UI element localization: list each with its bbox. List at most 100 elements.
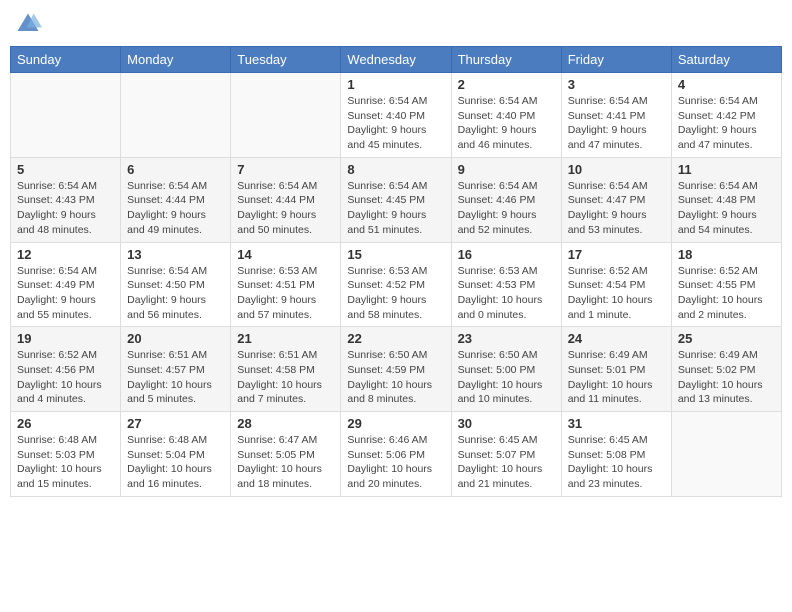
day-info: Sunrise: 6:52 AM Sunset: 4:55 PM Dayligh…: [678, 264, 775, 323]
day-number: 25: [678, 331, 775, 346]
calendar-cell: 28 Sunrise: 6:47 AM Sunset: 5:05 PM Dayli…: [231, 412, 341, 497]
day-info: Sunrise: 6:54 AM Sunset: 4:44 PM Dayligh…: [127, 179, 224, 238]
calendar-cell: 7 Sunrise: 6:54 AM Sunset: 4:44 PM Daylig…: [231, 157, 341, 242]
day-number: 7: [237, 162, 334, 177]
day-info: Sunrise: 6:54 AM Sunset: 4:49 PM Dayligh…: [17, 264, 114, 323]
day-number: 10: [568, 162, 665, 177]
calendar-cell: 13 Sunrise: 6:54 AM Sunset: 4:50 PM Dayli…: [121, 242, 231, 327]
weekday-header-sunday: Sunday: [11, 47, 121, 73]
day-info: Sunrise: 6:45 AM Sunset: 5:07 PM Dayligh…: [458, 433, 555, 492]
calendar-cell: 18 Sunrise: 6:52 AM Sunset: 4:55 PM Dayli…: [671, 242, 781, 327]
day-number: 6: [127, 162, 224, 177]
calendar-cell: 26 Sunrise: 6:48 AM Sunset: 5:03 PM Dayli…: [11, 412, 121, 497]
week-row-4: 19 Sunrise: 6:52 AM Sunset: 4:56 PM Dayli…: [11, 327, 782, 412]
calendar-cell: 14 Sunrise: 6:53 AM Sunset: 4:51 PM Dayli…: [231, 242, 341, 327]
day-info: Sunrise: 6:54 AM Sunset: 4:41 PM Dayligh…: [568, 94, 665, 153]
day-info: Sunrise: 6:51 AM Sunset: 4:57 PM Dayligh…: [127, 348, 224, 407]
day-info: Sunrise: 6:53 AM Sunset: 4:51 PM Dayligh…: [237, 264, 334, 323]
logo: [14, 10, 46, 38]
day-number: 14: [237, 247, 334, 262]
day-info: Sunrise: 6:53 AM Sunset: 4:53 PM Dayligh…: [458, 264, 555, 323]
day-number: 30: [458, 416, 555, 431]
day-info: Sunrise: 6:54 AM Sunset: 4:43 PM Dayligh…: [17, 179, 114, 238]
calendar-cell: 19 Sunrise: 6:52 AM Sunset: 4:56 PM Dayli…: [11, 327, 121, 412]
day-number: 8: [347, 162, 444, 177]
day-number: 4: [678, 77, 775, 92]
calendar-cell: 5 Sunrise: 6:54 AM Sunset: 4:43 PM Daylig…: [11, 157, 121, 242]
logo-icon: [14, 10, 42, 38]
day-info: Sunrise: 6:54 AM Sunset: 4:47 PM Dayligh…: [568, 179, 665, 238]
calendar-cell: 16 Sunrise: 6:53 AM Sunset: 4:53 PM Dayli…: [451, 242, 561, 327]
day-number: 27: [127, 416, 224, 431]
calendar-cell: 23 Sunrise: 6:50 AM Sunset: 5:00 PM Dayli…: [451, 327, 561, 412]
day-info: Sunrise: 6:54 AM Sunset: 4:40 PM Dayligh…: [458, 94, 555, 153]
day-number: 28: [237, 416, 334, 431]
day-number: 1: [347, 77, 444, 92]
day-number: 13: [127, 247, 224, 262]
weekday-header-friday: Friday: [561, 47, 671, 73]
day-info: Sunrise: 6:52 AM Sunset: 4:54 PM Dayligh…: [568, 264, 665, 323]
day-number: 29: [347, 416, 444, 431]
calendar-cell: 29 Sunrise: 6:46 AM Sunset: 5:06 PM Dayli…: [341, 412, 451, 497]
day-info: Sunrise: 6:45 AM Sunset: 5:08 PM Dayligh…: [568, 433, 665, 492]
day-info: Sunrise: 6:48 AM Sunset: 5:03 PM Dayligh…: [17, 433, 114, 492]
calendar-cell: 2Sunrise: 6:54 AM Sunset: 4:40 PM Daylig…: [451, 73, 561, 158]
day-number: 22: [347, 331, 444, 346]
day-info: Sunrise: 6:49 AM Sunset: 5:01 PM Dayligh…: [568, 348, 665, 407]
calendar-cell: 30 Sunrise: 6:45 AM Sunset: 5:07 PM Dayli…: [451, 412, 561, 497]
day-info: Sunrise: 6:48 AM Sunset: 5:04 PM Dayligh…: [127, 433, 224, 492]
day-number: 31: [568, 416, 665, 431]
day-number: 19: [17, 331, 114, 346]
page-header: [10, 10, 782, 38]
day-info: Sunrise: 6:53 AM Sunset: 4:52 PM Dayligh…: [347, 264, 444, 323]
day-number: 26: [17, 416, 114, 431]
day-info: Sunrise: 6:54 AM Sunset: 4:44 PM Dayligh…: [237, 179, 334, 238]
calendar-cell: 15 Sunrise: 6:53 AM Sunset: 4:52 PM Dayli…: [341, 242, 451, 327]
day-number: 16: [458, 247, 555, 262]
day-number: 17: [568, 247, 665, 262]
day-info: Sunrise: 6:54 AM Sunset: 4:50 PM Dayligh…: [127, 264, 224, 323]
day-info: Sunrise: 6:54 AM Sunset: 4:40 PM Dayligh…: [347, 94, 444, 153]
calendar-cell: 12 Sunrise: 6:54 AM Sunset: 4:49 PM Dayli…: [11, 242, 121, 327]
weekday-header-thursday: Thursday: [451, 47, 561, 73]
week-row-5: 26 Sunrise: 6:48 AM Sunset: 5:03 PM Dayli…: [11, 412, 782, 497]
day-number: 15: [347, 247, 444, 262]
weekday-header-saturday: Saturday: [671, 47, 781, 73]
day-number: 5: [17, 162, 114, 177]
day-info: Sunrise: 6:47 AM Sunset: 5:05 PM Dayligh…: [237, 433, 334, 492]
calendar-cell: 17 Sunrise: 6:52 AM Sunset: 4:54 PM Dayli…: [561, 242, 671, 327]
day-number: 20: [127, 331, 224, 346]
weekday-header-monday: Monday: [121, 47, 231, 73]
day-info: Sunrise: 6:49 AM Sunset: 5:02 PM Dayligh…: [678, 348, 775, 407]
day-number: 23: [458, 331, 555, 346]
week-row-2: 5 Sunrise: 6:54 AM Sunset: 4:43 PM Daylig…: [11, 157, 782, 242]
calendar-cell: 11Sunrise: 6:54 AM Sunset: 4:48 PM Dayli…: [671, 157, 781, 242]
day-info: Sunrise: 6:54 AM Sunset: 4:48 PM Dayligh…: [678, 179, 775, 238]
day-info: Sunrise: 6:52 AM Sunset: 4:56 PM Dayligh…: [17, 348, 114, 407]
weekday-header-tuesday: Tuesday: [231, 47, 341, 73]
calendar-cell: [231, 73, 341, 158]
day-number: 12: [17, 247, 114, 262]
calendar-cell: 25 Sunrise: 6:49 AM Sunset: 5:02 PM Dayli…: [671, 327, 781, 412]
day-info: Sunrise: 6:50 AM Sunset: 5:00 PM Dayligh…: [458, 348, 555, 407]
weekday-header-wednesday: Wednesday: [341, 47, 451, 73]
calendar-cell: 22 Sunrise: 6:50 AM Sunset: 4:59 PM Dayli…: [341, 327, 451, 412]
calendar-cell: 24 Sunrise: 6:49 AM Sunset: 5:01 PM Dayli…: [561, 327, 671, 412]
week-row-1: 1 Sunrise: 6:54 AM Sunset: 4:40 PM Daylig…: [11, 73, 782, 158]
calendar-cell: 9Sunrise: 6:54 AM Sunset: 4:46 PM Daylig…: [451, 157, 561, 242]
calendar-cell: 31 Sunrise: 6:45 AM Sunset: 5:08 PM Dayli…: [561, 412, 671, 497]
calendar-cell: [121, 73, 231, 158]
day-number: 18: [678, 247, 775, 262]
day-info: Sunrise: 6:50 AM Sunset: 4:59 PM Dayligh…: [347, 348, 444, 407]
calendar-cell: 3 Sunrise: 6:54 AM Sunset: 4:41 PM Daylig…: [561, 73, 671, 158]
day-number: 3: [568, 77, 665, 92]
calendar-table: SundayMondayTuesdayWednesdayThursdayFrid…: [10, 46, 782, 497]
calendar-cell: [11, 73, 121, 158]
calendar-cell: 10 Sunrise: 6:54 AM Sunset: 4:47 PM Dayli…: [561, 157, 671, 242]
day-number: 21: [237, 331, 334, 346]
day-number: 24: [568, 331, 665, 346]
day-info: Sunrise: 6:54 AM Sunset: 4:42 PM Dayligh…: [678, 94, 775, 153]
day-info: Sunrise: 6:54 AM Sunset: 4:45 PM Dayligh…: [347, 179, 444, 238]
day-info: Sunrise: 6:46 AM Sunset: 5:06 PM Dayligh…: [347, 433, 444, 492]
day-info: Sunrise: 6:54 AM Sunset: 4:46 PM Dayligh…: [458, 179, 555, 238]
